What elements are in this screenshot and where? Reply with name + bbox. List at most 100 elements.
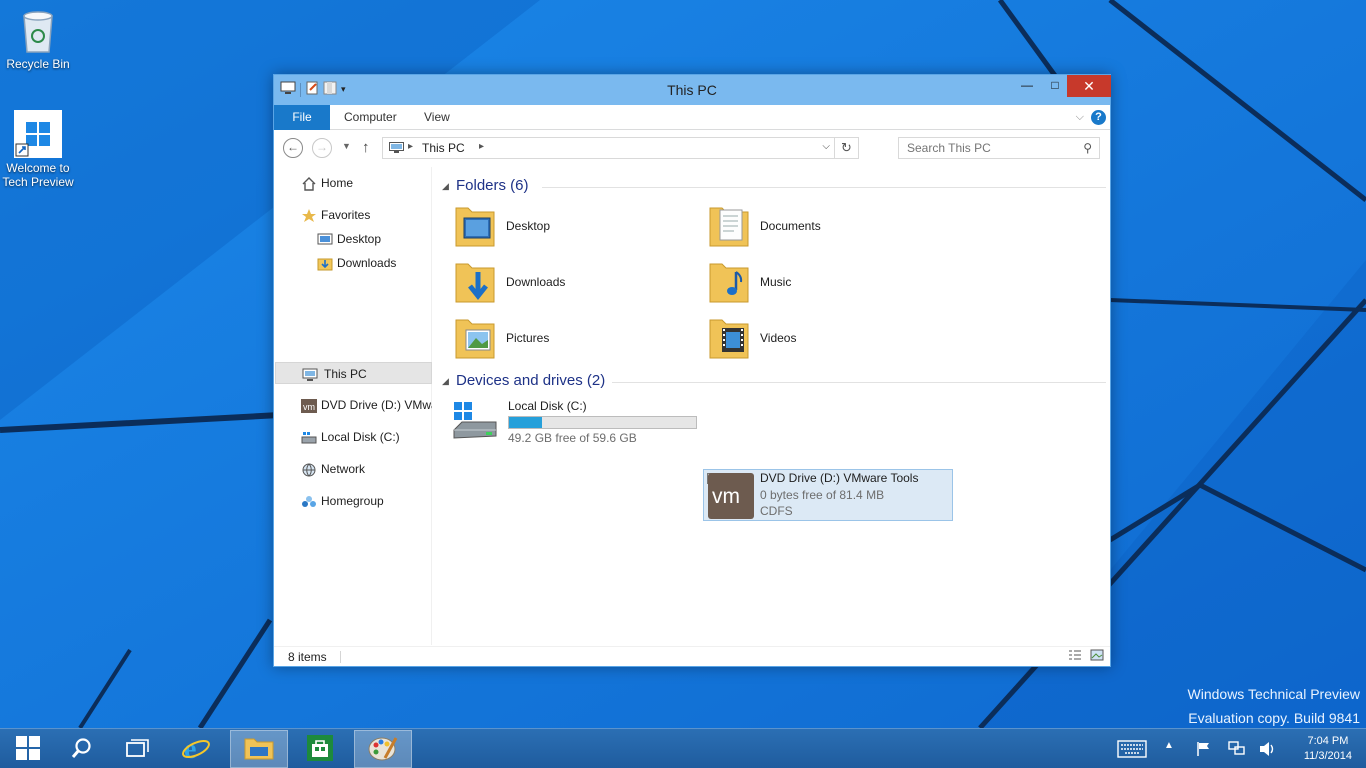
task-view-button[interactable] [110, 730, 166, 768]
disk-usage-fill [509, 417, 542, 428]
network-icon [301, 462, 317, 477]
content-pane: ◢ Folders (6) Desktop Documents Download… [434, 167, 1110, 645]
welcome-label-line2: Tech Preview [2, 175, 74, 189]
explorer-window: ▾ This PC — □ ✕ File Computer View ⌵ ? ←… [273, 74, 1111, 667]
nav-item-desktop[interactable]: Desktop [315, 228, 429, 250]
close-button[interactable]: ✕ [1067, 75, 1111, 97]
watermark-line2: Evaluation copy. Build 9841 [1188, 710, 1360, 726]
taskbar-file-explorer[interactable] [230, 730, 288, 768]
collapse-triangle-icon[interactable]: ◢ [442, 181, 449, 192]
folder-desktop[interactable]: Desktop [454, 202, 694, 254]
tab-file[interactable]: File [274, 105, 330, 130]
folder-pictures[interactable]: Pictures [454, 314, 694, 366]
internet-explorer-icon: e [181, 733, 211, 766]
recycle-bin-desktop-icon[interactable]: Recycle Bin [0, 6, 76, 71]
homegroup-icon [301, 494, 317, 508]
navigation-bar: ← → ▼ ↑ ▸ This PC ▸ ⌵ ↻ ⚲ [274, 131, 1110, 165]
recycle-bin-icon [14, 6, 62, 54]
windows-logo-icon [14, 110, 62, 158]
touch-keyboard-icon[interactable] [1117, 740, 1147, 761]
search-input[interactable] [907, 138, 1077, 158]
nav-item-network[interactable]: Network [299, 458, 429, 480]
forward-button[interactable]: → [312, 138, 332, 158]
maximize-button[interactable]: □ [1041, 75, 1069, 97]
music-folder-icon [708, 258, 752, 306]
nav-item-downloads[interactable]: Downloads [315, 252, 429, 274]
status-bar: 8 items [274, 646, 1110, 666]
clock-time: 7:04 PM [1307, 735, 1349, 747]
disk-icon [301, 430, 317, 444]
computer-icon [389, 142, 404, 157]
view-buttons [1068, 649, 1104, 664]
up-button[interactable]: ↑ [362, 139, 370, 156]
store-icon [307, 734, 333, 764]
recycle-bin-label: Recycle Bin [6, 57, 70, 71]
back-button[interactable]: ← [283, 138, 303, 158]
vmware-icon: vm [301, 398, 317, 413]
clock[interactable]: 7:04 PM 11/3/2014 [1304, 734, 1352, 764]
folder-downloads[interactable]: Downloads [454, 258, 694, 310]
search-box[interactable]: ⚲ [898, 137, 1100, 159]
videos-folder-icon [708, 314, 752, 362]
welcome-desktop-icon[interactable]: Welcome to Tech Preview [0, 110, 76, 189]
network-status-icon[interactable] [1228, 741, 1246, 760]
folder-videos[interactable]: Videos [708, 314, 948, 366]
start-button[interactable] [0, 730, 56, 768]
tab-computer[interactable]: Computer [330, 105, 411, 130]
clock-date: 11/3/2014 [1303, 750, 1352, 762]
address-dropdown-icon[interactable]: ⌵ [822, 141, 830, 152]
breadcrumb-chevron-icon[interactable]: ▸ [479, 141, 484, 152]
window-title: This PC [667, 82, 717, 98]
status-divider [340, 651, 341, 663]
item-count: 8 items [288, 650, 327, 664]
disk-usage-bar [508, 416, 697, 429]
nav-item-this-pc[interactable]: This PC [275, 362, 432, 384]
nav-item-dvd-drive[interactable]: vm DVD Drive (D:) VMware Tools [299, 394, 432, 416]
computer-icon [302, 367, 318, 381]
taskbar-store[interactable] [292, 730, 348, 768]
show-hidden-icons-icon[interactable]: ▲ [1164, 740, 1174, 751]
volume-icon[interactable] [1259, 741, 1277, 760]
recent-locations-chevron-icon[interactable]: ▼ [342, 141, 351, 151]
star-icon [301, 208, 317, 222]
large-icons-view-icon[interactable] [1090, 649, 1104, 664]
group-divider [542, 187, 1106, 188]
ribbon-tabs: File Computer View ⌵ ? [274, 105, 1110, 130]
details-view-icon[interactable] [1068, 649, 1082, 664]
group-header-drives[interactable]: ◢ Devices and drives (2) [442, 372, 1106, 392]
breadcrumb-this-pc[interactable]: This PC [422, 141, 465, 155]
expand-ribbon-chevron-icon[interactable]: ⌵ [1076, 111, 1084, 124]
minimize-button[interactable]: — [1013, 75, 1041, 97]
taskbar-search-button[interactable] [54, 730, 110, 768]
collapse-triangle-icon[interactable]: ◢ [442, 376, 449, 387]
tab-view[interactable]: View [410, 105, 464, 130]
paint-icon [368, 734, 398, 765]
drive-local-disk[interactable]: Local Disk (C:) 49.2 GB free of 59.6 GB [452, 398, 698, 450]
task-view-icon [126, 738, 150, 761]
documents-folder-icon [708, 202, 752, 250]
title-bar[interactable]: ▾ This PC — □ ✕ [274, 75, 1111, 105]
nav-item-local-disk[interactable]: Local Disk (C:) [299, 426, 429, 448]
address-bar[interactable]: ▸ This PC ▸ ⌵ ↻ [382, 137, 859, 159]
downloads-folder-icon [454, 258, 498, 306]
welcome-label-line1: Welcome to [6, 161, 70, 175]
group-header-folders[interactable]: ◢ Folders (6) [442, 177, 1106, 197]
drive-dvd-vmware-tools[interactable]: vm DVD Drive (D:) VMware Tools 0 bytes f… [703, 469, 953, 521]
taskbar-internet-explorer[interactable]: e [168, 730, 224, 768]
refresh-button[interactable]: ↻ [834, 138, 858, 158]
pictures-folder-icon [454, 314, 498, 362]
nav-item-homegroup[interactable]: Homegroup [299, 490, 429, 512]
taskbar-paint[interactable] [354, 730, 412, 768]
nav-item-home[interactable]: Home [299, 172, 429, 194]
search-icon [71, 737, 93, 762]
watermark-line1: Windows Technical Preview [1187, 686, 1360, 702]
svg-text:vm: vm [712, 485, 740, 508]
folder-documents[interactable]: Documents [708, 202, 948, 254]
action-center-flag-icon[interactable] [1196, 741, 1212, 760]
help-icon[interactable]: ? [1091, 110, 1106, 125]
nav-item-favorites[interactable]: Favorites [299, 204, 429, 226]
folder-music[interactable]: Music [708, 258, 948, 310]
vmware-icon: vm [707, 472, 755, 520]
breadcrumb-chevron-icon[interactable]: ▸ [408, 141, 413, 152]
desktop-folder-icon [454, 202, 498, 250]
